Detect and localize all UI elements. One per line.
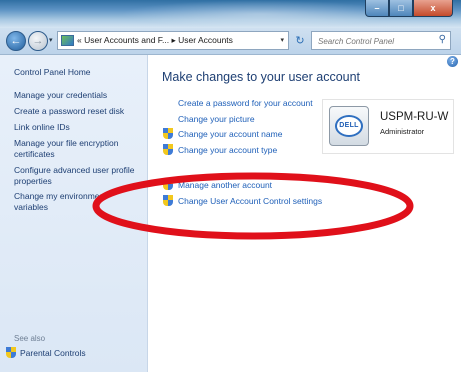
sidebar-item-password-reset-disk[interactable]: Create a password reset disk xyxy=(14,106,124,117)
caption-buttons: – □ x xyxy=(365,0,453,17)
task-manage-another-account[interactable]: Manage another account xyxy=(178,180,272,190)
sidebar-item-manage-credentials[interactable]: Manage your credentials xyxy=(14,90,107,101)
uac-shield-icon xyxy=(163,195,173,206)
help-icon[interactable]: ? xyxy=(447,56,458,67)
uac-shield-icon xyxy=(163,144,173,155)
navigation-bar: ← → ▾ « User Accounts and F... ▸ User Ac… xyxy=(0,28,461,55)
sidebar-item-link-online-ids[interactable]: Link online IDs xyxy=(14,122,70,133)
maximize-button[interactable]: □ xyxy=(389,0,413,17)
search-input[interactable] xyxy=(316,33,435,50)
title-bar[interactable]: – □ x xyxy=(0,0,461,28)
see-also-heading: See also xyxy=(14,334,46,343)
task-change-account-name[interactable]: Change your account name xyxy=(178,129,282,139)
control-panel-window: – □ x ← → ▾ « User Accounts and F... ▸ U… xyxy=(0,0,461,372)
parental-controls-label: Parental Controls xyxy=(20,347,86,358)
sidebar-item-file-encryption[interactable]: Manage your file encryption certificates xyxy=(14,138,139,159)
uac-shield-icon xyxy=(6,347,16,358)
forward-button[interactable]: → xyxy=(28,31,48,51)
uac-shield-icon xyxy=(163,179,173,190)
address-dropdown-icon[interactable]: ▾ xyxy=(280,36,284,44)
uac-shield-icon xyxy=(163,128,173,139)
task-change-uac-settings[interactable]: Change User Account Control settings xyxy=(178,196,322,206)
task-create-password[interactable]: Create a password for your account xyxy=(178,98,313,108)
dell-logo-icon: DELL xyxy=(335,115,363,137)
task-change-picture[interactable]: Change your picture xyxy=(178,114,255,124)
sidebar-control-panel-home[interactable]: Control Panel Home xyxy=(14,67,91,78)
back-button[interactable]: ← xyxy=(6,31,26,51)
sidebar-item-environment-variables[interactable]: Change my environment variables xyxy=(14,191,124,212)
search-box[interactable]: ⚲ xyxy=(311,31,451,50)
task-change-account-type[interactable]: Change your account type xyxy=(178,145,277,155)
search-icon[interactable]: ⚲ xyxy=(439,34,446,45)
account-role: Administrator xyxy=(380,127,425,136)
address-bar[interactable]: « User Accounts and F... ▸ User Accounts… xyxy=(57,31,289,50)
sidebar-item-advanced-profile[interactable]: Configure advanced user profile properti… xyxy=(14,165,139,186)
title-bar-glow xyxy=(120,0,400,28)
sidebar-item-parental-controls[interactable]: Parental Controls xyxy=(6,347,86,358)
control-panel-icon xyxy=(61,35,74,46)
account-name: USPM-RU-W xyxy=(380,111,449,123)
minimize-button[interactable]: – xyxy=(365,0,389,17)
avatar[interactable]: DELL xyxy=(329,106,369,146)
breadcrumb[interactable]: « User Accounts and F... ▸ User Accounts xyxy=(77,35,233,46)
refresh-icon[interactable]: ↻ xyxy=(292,33,308,49)
recent-pages-dropdown[interactable]: ▾ xyxy=(49,36,53,44)
sidebar: Control Panel Home Manage your credentia… xyxy=(0,55,148,372)
account-card: DELL USPM-RU-W Administrator xyxy=(322,99,454,154)
page-title: Make changes to your user account xyxy=(162,70,361,84)
close-button[interactable]: x xyxy=(413,0,453,17)
